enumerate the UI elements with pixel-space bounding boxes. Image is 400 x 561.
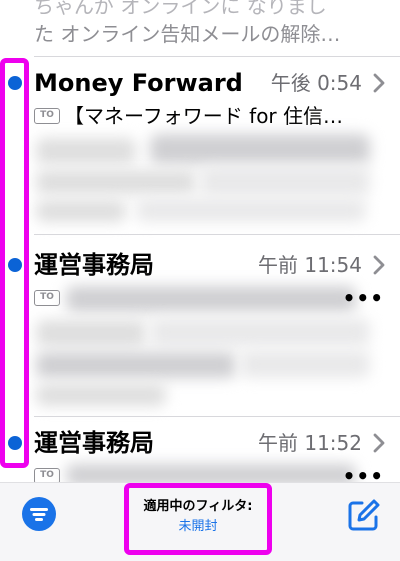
filter-label: 適用中のフィルタ:	[143, 499, 253, 514]
divider	[34, 56, 400, 57]
divider	[34, 416, 400, 417]
mail-sender: 運営事務局	[34, 251, 154, 279]
mail-sender: Money Forward	[34, 69, 243, 97]
chevron-right-icon	[373, 73, 385, 93]
blurred-preview	[36, 320, 146, 346]
to-badge: TO	[34, 108, 60, 124]
blurred-subject	[66, 286, 356, 312]
blurred-preview	[150, 134, 370, 164]
to-badge: TO	[34, 290, 60, 306]
preview-line: た オンライン告知メールの解除…	[34, 22, 341, 46]
mail-list[interactable]: ちゃんが オンラインに なりまし た オンライン告知メールの解除… Money …	[0, 0, 400, 482]
filter-list-icon[interactable]	[22, 497, 56, 531]
unread-dots-highlight	[0, 58, 29, 468]
previous-mail-preview[interactable]: ちゃんが オンラインに なりまし た オンライン告知メールの解除…	[34, 0, 384, 48]
compose-icon[interactable]	[346, 497, 382, 533]
blurred-preview	[36, 138, 136, 164]
divider	[34, 234, 400, 235]
more-indicator: •••	[342, 464, 384, 482]
mail-time: 午前 11:52	[258, 431, 362, 455]
preview-line: ちゃんが オンラインに なりまし	[34, 0, 327, 18]
filter-value: 未開封	[178, 519, 218, 534]
blurred-preview	[136, 198, 366, 222]
more-indicator: •••	[342, 286, 384, 310]
blurred-preview	[36, 200, 126, 222]
blurred-preview	[36, 384, 166, 406]
blurred-preview	[200, 166, 370, 196]
chevron-right-icon	[373, 255, 385, 275]
mail-subject: 【マネーフォワード for 住信…	[64, 104, 344, 128]
mail-time: 午後 0:54	[270, 71, 362, 95]
to-badge: TO	[34, 468, 60, 482]
mail-sender: 運営事務局	[34, 429, 154, 457]
blurred-preview	[240, 350, 370, 378]
chevron-right-icon	[373, 433, 385, 453]
blurred-preview	[150, 318, 370, 346]
blurred-preview	[36, 352, 236, 378]
blurred-preview	[36, 170, 196, 194]
active-filter-button[interactable]: 適用中のフィルタ: 未開封	[124, 483, 272, 555]
mail-time: 午前 11:54	[258, 253, 362, 277]
blurred-subject	[66, 464, 356, 482]
bottom-toolbar: 適用中のフィルタ: 未開封	[0, 482, 400, 561]
